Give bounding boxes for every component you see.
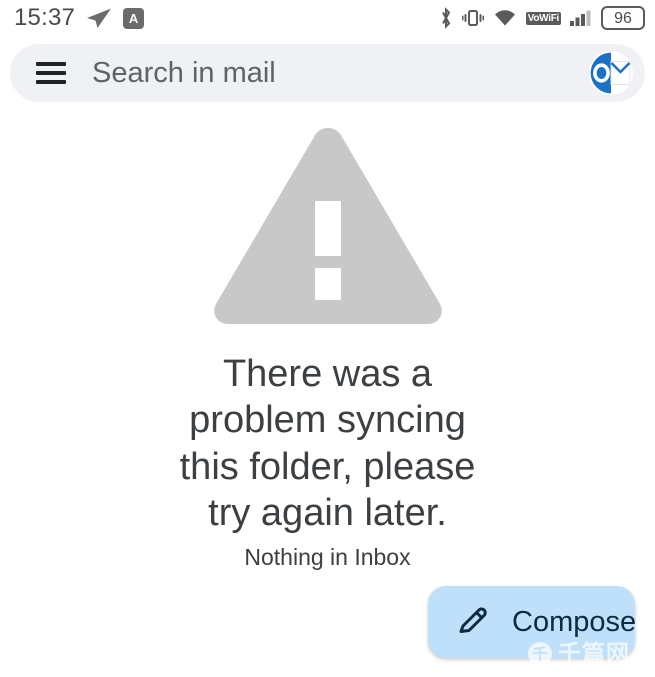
ime-badge-label: A [128,10,139,26]
wifi-icon [494,10,515,26]
paper-plane-icon [87,8,112,28]
outlook-account-avatar[interactable] [589,51,633,95]
empty-state-title: There was a problem syncing this folder,… [179,353,476,535]
cellular-signal-icon [570,10,591,26]
bluetooth-icon [441,7,450,29]
hamburger-line [36,80,66,84]
vowifi-badge: VoWiFi [525,11,561,25]
app-screen: 15:37 A VoWiFi 96 Search in mail There w… [0,0,655,677]
hamburger-line [36,71,66,75]
compose-button-label: Compose [512,605,635,638]
ime-keyboard-badge: A [123,7,145,29]
hamburger-line [36,62,66,66]
status-bar-right: VoWiFi 96 [439,5,645,31]
search-input[interactable]: Search in mail [92,58,589,88]
status-bar-left: 15:37 A [14,4,145,31]
pencil-edit-icon [459,607,487,633]
status-bar: 15:37 A VoWiFi 96 [0,0,655,36]
status-bar-clock: 15:37 [14,4,76,31]
vibrate-icon [461,10,484,26]
outlook-logo-icon [590,52,632,94]
empty-state: There was a problem syncing this folder,… [0,118,655,572]
search-bar[interactable]: Search in mail [10,44,645,102]
hamburger-menu-icon[interactable] [36,62,66,84]
empty-state-subtitle: Nothing in Inbox [244,544,411,571]
warning-triangle-icon [208,118,448,333]
battery-level: 96 [601,5,645,31]
compose-button[interactable]: Compose [428,586,635,658]
